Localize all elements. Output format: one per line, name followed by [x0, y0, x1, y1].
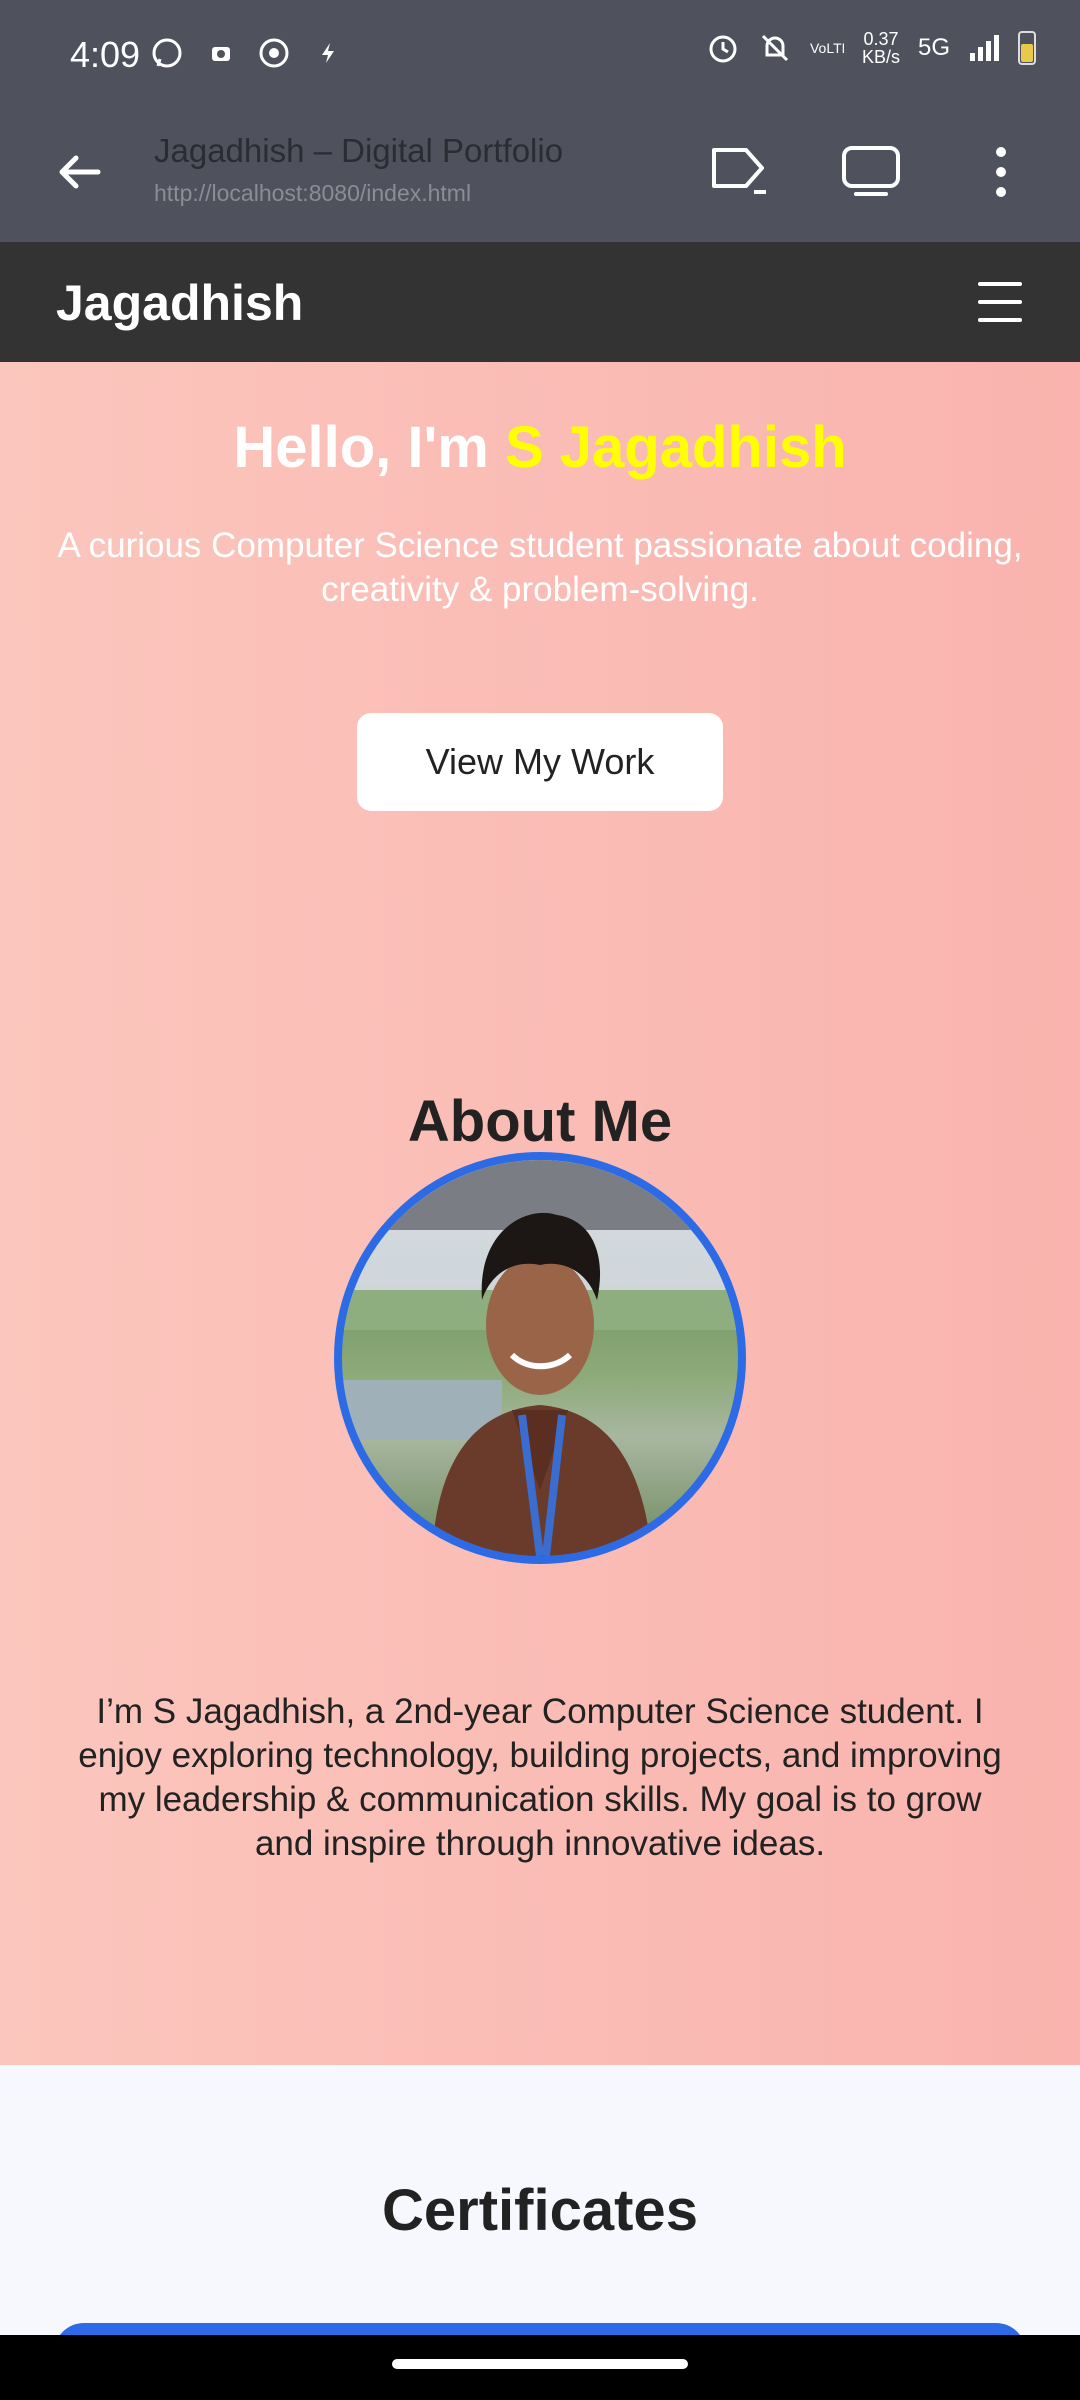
mute-icon [761, 34, 789, 62]
hero-section: Hello, I'm S Jagadhish A curious Compute… [0, 362, 1080, 2065]
certificates-title: Certificates [382, 2178, 698, 2243]
network-speed: 0.37 KB/s [861, 29, 900, 67]
more-options-icon[interactable] [968, 140, 1034, 206]
browser-toolbar: Jagadhish – Digital Portfolio http://loc… [0, 112, 1080, 242]
hamburger-menu-icon[interactable] [978, 282, 1022, 336]
status-bar: 4:09 VoLTE 0.37 KB/s 5G [0, 0, 1080, 112]
hero-heading: Hello, I'm S Jagadhish [233, 415, 847, 480]
about-title: About Me [407, 1089, 673, 1154]
hero-name: S Jagadhish [504, 415, 847, 480]
certificates-section: Certificates [0, 2065, 1080, 2363]
profile-photo [334, 1152, 746, 1564]
volte-indicator: VoLTE [809, 41, 844, 55]
notification-icons [150, 36, 340, 70]
person-silhouette [342, 1160, 738, 1556]
page-title: Jagadhish – Digital Portfolio [154, 132, 564, 169]
cast-icon[interactable] [706, 140, 772, 206]
site-brand[interactable]: Jagadhish [56, 274, 303, 332]
system-icons: VoLTE 0.37 KB/s 5G [706, 30, 1036, 66]
network-type: 5G [917, 34, 950, 61]
battery-icon [1018, 31, 1036, 65]
hero-subtitle: A curious Computer Science student passi… [57, 526, 1023, 609]
about-text: I’m S Jagadhish, a 2nd-year Computer Sci… [78, 1692, 1002, 1863]
tab-switcher-icon[interactable] [838, 140, 904, 206]
view-my-work-button[interactable]: View My Work [357, 713, 723, 811]
whatsapp-icon [152, 38, 182, 68]
music-app-icon [259, 38, 289, 68]
camera-icon [212, 47, 230, 61]
status-time: 4:09 [70, 34, 141, 75]
signal-icon [970, 35, 999, 61]
alarm-icon [709, 35, 737, 63]
site-navbar: Jagadhish [0, 242, 1080, 362]
system-nav-bar [0, 2335, 1080, 2400]
flash-icon [322, 43, 334, 63]
page-url[interactable]: http://localhost:8080/index.html [154, 180, 471, 207]
home-gesture-handle[interactable] [392, 2359, 688, 2369]
back-arrow-icon[interactable] [50, 142, 110, 202]
